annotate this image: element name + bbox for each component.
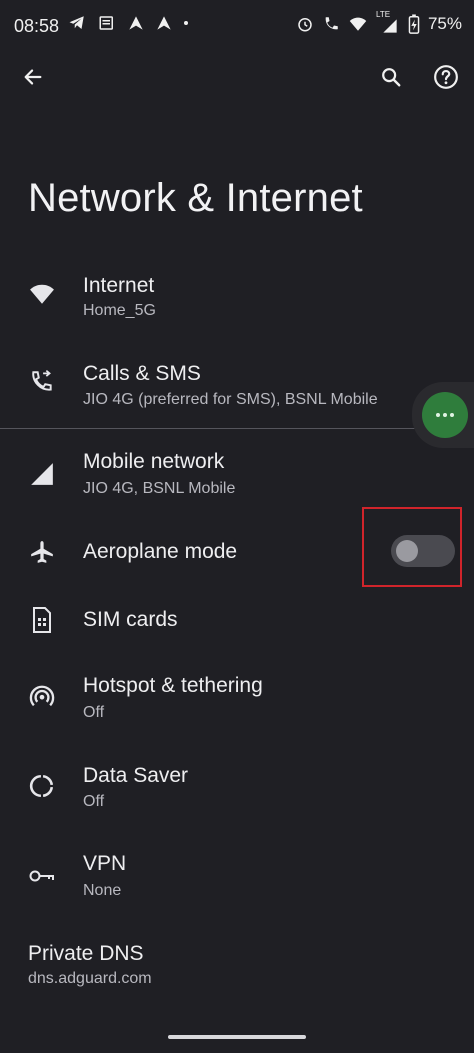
help-icon [434, 65, 458, 89]
arrow-up-icon [157, 16, 171, 30]
alarm-icon [298, 18, 312, 32]
dot-icon [184, 21, 188, 25]
settings-item-calls-sms[interactable]: Calls & SMS JIO 4G (preferred for SMS), … [0, 352, 474, 428]
data-saver-icon [26, 770, 58, 802]
hotspot-icon [26, 680, 58, 712]
item-summary: None [83, 882, 122, 899]
item-label: Internet [83, 274, 155, 297]
item-label: Data Saver [83, 764, 189, 787]
search-button[interactable] [374, 60, 408, 94]
divider [0, 428, 474, 429]
airplane-icon [26, 536, 58, 568]
item-summary: JIO 4G, BSNL Mobile [83, 480, 236, 497]
signal-icon [26, 458, 58, 490]
search-icon [382, 68, 401, 87]
item-summary: Home_5G [83, 302, 156, 319]
private-dns-summary: dns.adguard.com [28, 970, 152, 987]
more-dots-icon [436, 413, 454, 417]
gesture-nav-bar[interactable] [168, 1035, 306, 1039]
floating-chat-bubble[interactable] [422, 392, 468, 438]
highlight-box [362, 507, 462, 587]
top-app-bar [0, 52, 474, 102]
item-label: VPN [83, 852, 127, 875]
battery-charging-icon [408, 14, 420, 34]
arrow-left-icon [24, 69, 42, 85]
phone-icon [26, 366, 58, 398]
item-summary: Off [83, 793, 105, 810]
settings-item-vpn[interactable]: VPN None [0, 842, 474, 918]
private-dns-label: Private DNS [28, 942, 144, 965]
status-bar: 08:58 LTE 75% [0, 0, 474, 52]
item-label: Hotspot & tethering [83, 674, 263, 697]
signal-icon: LTE [376, 10, 400, 34]
battery-percent: 75% [427, 14, 462, 33]
item-label: SIM cards [83, 608, 178, 631]
item-label: Mobile network [83, 450, 225, 473]
status-time: 08:58 [14, 16, 60, 36]
wifi-icon [349, 17, 367, 31]
item-summary: Off [83, 704, 105, 721]
wifi-call-icon [325, 17, 338, 30]
item-label: Calls & SMS [83, 362, 201, 385]
notification-icons [68, 14, 188, 32]
settings-item-mobile-network[interactable]: Mobile network JIO 4G, BSNL Mobile [0, 440, 474, 516]
telegram-icon [69, 16, 84, 29]
news-icon [99, 16, 113, 30]
settings-item-hotspot[interactable]: Hotspot & tethering Off [0, 664, 474, 740]
item-label: Aeroplane mode [83, 540, 238, 563]
help-button[interactable] [429, 60, 463, 94]
settings-item-data-saver[interactable]: Data Saver Off [0, 752, 474, 828]
key-icon [26, 860, 58, 892]
settings-item-sim-cards[interactable]: SIM cards [0, 598, 474, 646]
arrow-up-icon [129, 16, 143, 30]
page-title: Network & Internet [28, 176, 363, 220]
settings-item-internet[interactable]: Internet Home_5G [0, 262, 474, 342]
back-button[interactable] [16, 60, 50, 94]
sim-card-icon [26, 604, 58, 636]
system-icons: LTE 75% [296, 10, 462, 34]
item-summary: JIO 4G (preferred for SMS), BSNL Mobile [83, 391, 378, 408]
wifi-icon [26, 278, 58, 310]
